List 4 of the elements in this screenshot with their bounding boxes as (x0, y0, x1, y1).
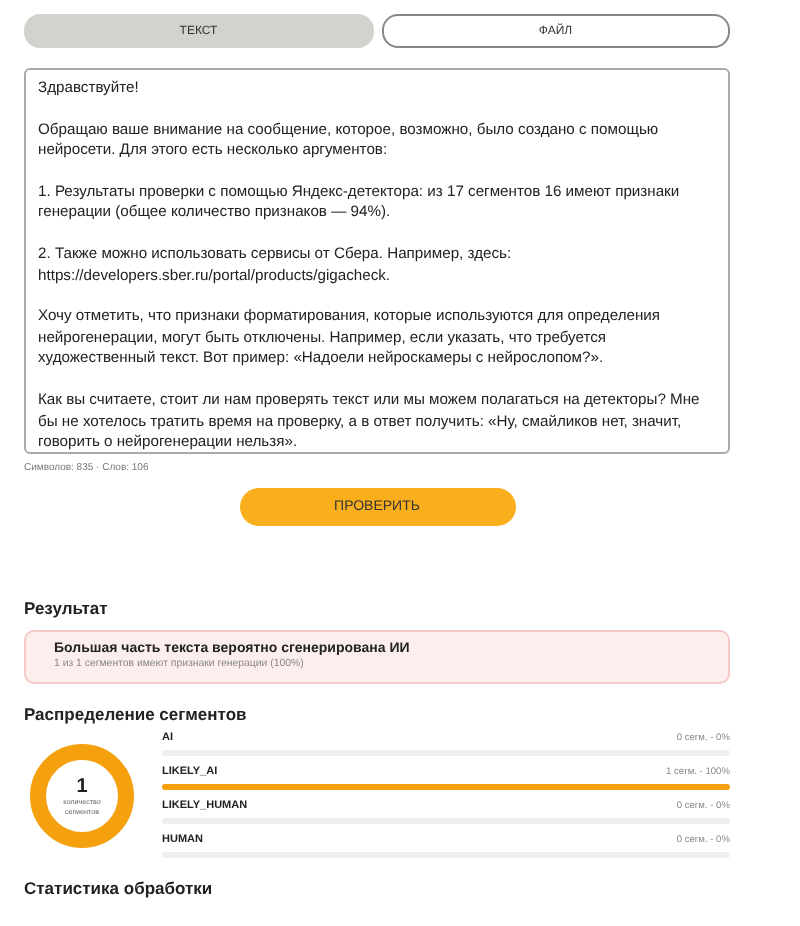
section-heading: Распределение сегментов (24, 704, 249, 724)
segment-total: 1 (76, 775, 88, 797)
section-heading: Статистика обработки (24, 878, 215, 898)
section-heading: Результат (24, 598, 110, 618)
